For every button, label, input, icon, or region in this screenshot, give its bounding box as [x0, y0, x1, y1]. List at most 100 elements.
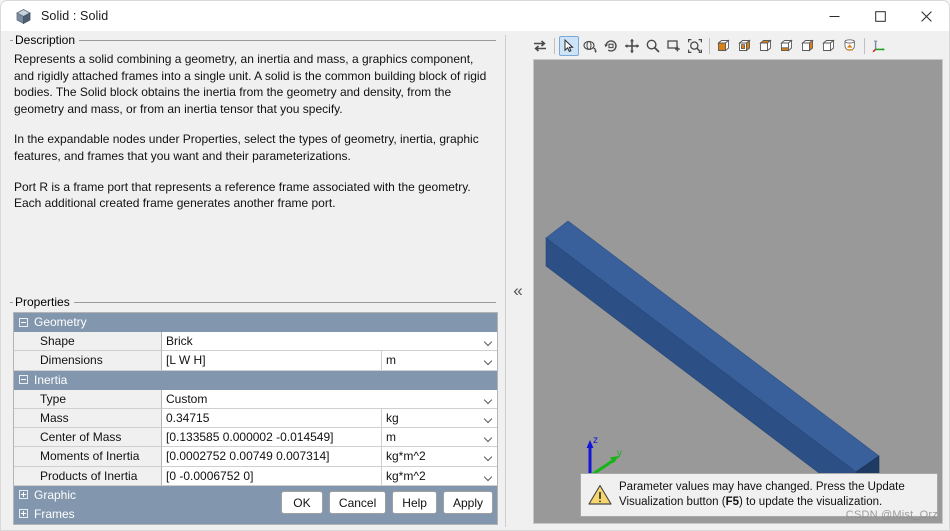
expand-toggle-icon[interactable]: [19, 490, 28, 500]
mass-unit-select[interactable]: kg: [381, 408, 497, 429]
cell-value-text: Brick: [166, 334, 193, 349]
toolbar-separator: [864, 38, 865, 54]
row-label: Mass: [14, 408, 162, 429]
toggle-axes-triad-icon[interactable]: [869, 36, 889, 56]
mass-input[interactable]: 0.34715: [162, 408, 381, 429]
dialog-button-bar: OK Cancel Help Apply: [280, 491, 493, 514]
axis-label-y: y: [617, 448, 622, 459]
center-of-mass-input[interactable]: [0.133585 0.000002 -0.014549]: [162, 428, 381, 448]
cell-value-text: 0.34715: [166, 411, 210, 426]
zoom-fit-icon[interactable]: [685, 36, 705, 56]
solid-block-dialog: Solid : Solid Description Represents a s…: [0, 0, 950, 531]
description-paragraph: Port R is a frame port that represents a…: [14, 179, 471, 211]
cell-value-text: Custom: [166, 391, 208, 406]
orbit-view-icon[interactable]: [601, 36, 621, 56]
cancel-button[interactable]: Cancel: [328, 491, 387, 514]
watermark-text: CSDN @Mist_Orz: [845, 509, 938, 521]
view-isometric-icon[interactable]: [840, 36, 860, 56]
dimensions-input[interactable]: [L W H]: [162, 351, 381, 371]
window-title: Solid : Solid: [41, 9, 109, 23]
table-row[interactable]: Dimensions [L W H] m: [14, 351, 497, 371]
warning-line-2a: Visualization button (: [619, 496, 726, 508]
rotate-view-icon[interactable]: [580, 36, 600, 56]
cell-unit-text: m: [386, 430, 396, 445]
view-right-icon[interactable]: [777, 36, 797, 56]
cell-unit-text: kg*m^2: [386, 449, 426, 464]
chevron-down-icon: [485, 474, 492, 478]
ok-button[interactable]: OK: [280, 491, 323, 514]
3d-viewport[interactable]: z y x Parameter values may have c: [533, 59, 943, 524]
section-label: Geometry: [34, 315, 87, 330]
table-row[interactable]: Shape Brick: [14, 332, 497, 352]
chevron-down-icon: [485, 397, 492, 401]
products-of-inertia-unit-select[interactable]: kg*m^2: [381, 466, 497, 486]
cell-unit-text: m: [386, 353, 396, 368]
chevron-down-icon: [485, 416, 492, 420]
section-header-inertia[interactable]: Inertia: [14, 370, 497, 390]
table-row[interactable]: Center of Mass [0.133585 0.000002 -0.014…: [14, 428, 497, 448]
cell-value-text: [0 -0.0006752 0]: [166, 468, 254, 483]
apply-button[interactable]: Apply: [442, 491, 493, 514]
cell-unit-text: kg: [386, 411, 399, 426]
pan-view-icon[interactable]: [622, 36, 642, 56]
cell-value-text: [L W H]: [166, 353, 206, 368]
description-group: Description Represents a solid combining…: [10, 33, 496, 294]
description-legend: Description: [13, 33, 80, 47]
description-paragraph: Represents a solid combining a geometry,…: [14, 52, 487, 116]
view-top-icon[interactable]: [798, 36, 818, 56]
row-label: Dimensions: [14, 351, 162, 371]
properties-group: Properties Geometry Shape Brick Dimensio…: [10, 295, 498, 526]
close-button[interactable]: [903, 1, 949, 32]
shape-select[interactable]: Brick: [162, 332, 497, 352]
table-row[interactable]: Mass 0.34715 kg: [14, 408, 497, 429]
cell-value-text: [0.133585 0.000002 -0.014549]: [166, 430, 334, 445]
description-text: Represents a solid combining a geometry,…: [14, 51, 492, 292]
visualization-panel: z y x Parameter values may have c: [528, 31, 950, 531]
warning-line-2b: ) to update the visualization.: [738, 496, 883, 508]
select-tool-icon[interactable]: [559, 36, 579, 56]
view-left-icon[interactable]: [756, 36, 776, 56]
warning-shortcut-key: F5: [725, 496, 739, 508]
table-row[interactable]: Type Custom: [14, 389, 497, 409]
inertia-type-select[interactable]: Custom: [162, 389, 497, 409]
collapse-toggle-icon[interactable]: [19, 375, 28, 385]
view-front-icon[interactable]: [714, 36, 734, 56]
table-row[interactable]: Products of Inertia [0 -0.0006752 0] kg*…: [14, 466, 497, 486]
section-label: Graphic: [34, 487, 77, 502]
moments-of-inertia-input[interactable]: [0.0002752 0.00749 0.007314]: [162, 447, 381, 467]
chevron-down-icon: [485, 358, 492, 362]
chevron-down-icon: [485, 435, 492, 439]
chevron-down-icon: [485, 339, 492, 343]
warning-triangle-icon: [588, 484, 612, 505]
properties-legend: Properties: [13, 295, 74, 309]
axis-label-z: z: [593, 435, 598, 446]
viewer-toolbar: [530, 34, 944, 58]
collapse-toggle-icon[interactable]: [19, 317, 28, 327]
minimize-button[interactable]: [811, 1, 857, 32]
panel-splitter[interactable]: «: [505, 31, 528, 531]
products-of-inertia-input[interactable]: [0 -0.0006752 0]: [162, 466, 381, 486]
zoom-region-icon[interactable]: [664, 36, 684, 56]
help-button[interactable]: Help: [392, 491, 437, 514]
chevron-down-icon: [485, 454, 492, 458]
table-row[interactable]: Moments of Inertia [0.0002752 0.00749 0.…: [14, 447, 497, 467]
cell-unit-text: kg*m^2: [386, 468, 426, 483]
view-bottom-icon[interactable]: [819, 36, 839, 56]
toolbar-separator: [709, 38, 710, 54]
row-label: Products of Inertia: [14, 466, 162, 486]
center-of-mass-unit-select[interactable]: m: [381, 428, 497, 448]
collapse-panel-handle[interactable]: «: [509, 267, 527, 315]
swap-panels-icon[interactable]: [530, 36, 550, 56]
expand-toggle-icon[interactable]: [19, 509, 28, 519]
moments-of-inertia-unit-select[interactable]: kg*m^2: [381, 447, 497, 467]
dimensions-unit-select[interactable]: m: [381, 351, 497, 371]
row-label: Type: [14, 389, 162, 409]
splitter-line: [505, 35, 506, 527]
maximize-button[interactable]: [857, 1, 903, 32]
section-header-geometry[interactable]: Geometry: [14, 313, 497, 333]
section-label: Inertia: [34, 372, 68, 387]
description-paragraph: In the expandable nodes under Properties…: [14, 132, 479, 163]
view-back-icon[interactable]: [735, 36, 755, 56]
row-label: Shape: [14, 332, 162, 352]
zoom-icon[interactable]: [643, 36, 663, 56]
